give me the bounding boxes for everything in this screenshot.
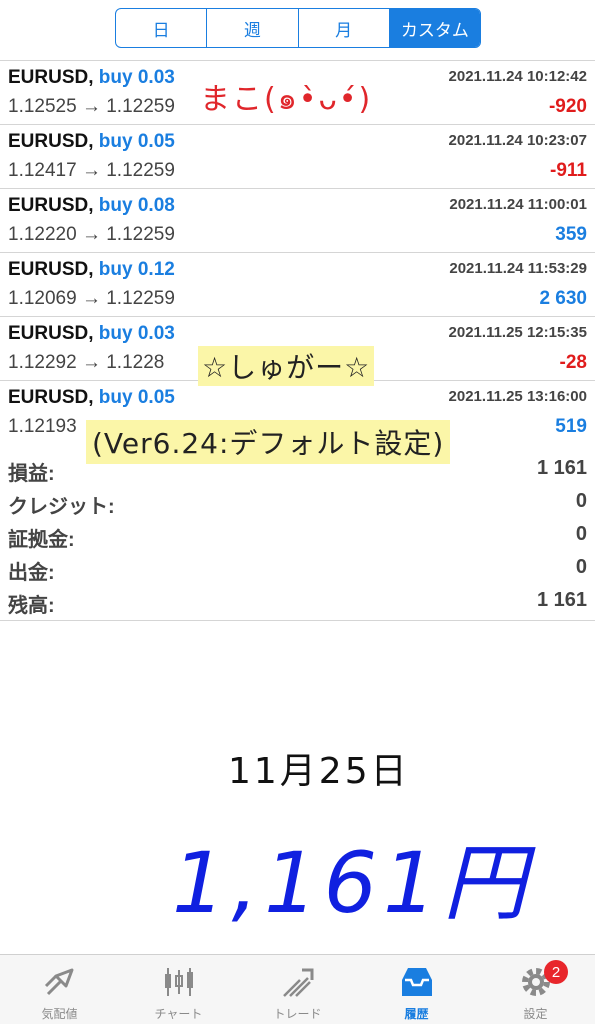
tab-settings[interactable]: 設定 2 [476, 955, 595, 1024]
trade-prices: 1.12417 → 1.12259 [8, 160, 175, 181]
summary-value: 1 161 [536, 457, 587, 479]
trade-profit: -911 [550, 160, 587, 181]
period-tab-month[interactable]: 月 [299, 9, 390, 47]
handwritten-date: 11月25日 [228, 751, 410, 792]
trade-row[interactable]: EURUSD, buy 0.12 2021.11.24 11:53:29 1.1… [0, 253, 595, 317]
handwritten-name: まこ(๑•̀ᴗ•́) [200, 82, 373, 117]
period-tab-day[interactable]: 日 [116, 9, 208, 47]
trade-prices: 1.12292 → 1.1228 [8, 352, 165, 373]
notification-badge: 2 [544, 960, 568, 984]
trade-row[interactable]: EURUSD, buy 0.08 2021.11.24 11:00:01 1.1… [0, 189, 595, 253]
period-segmented-control: 日 週 月 カスタム [115, 8, 481, 48]
trade-side: buy 0.03 [98, 67, 175, 88]
summary-label: 出金: [8, 562, 55, 584]
summary-value: 1 161 [536, 589, 587, 611]
trade-profit: -920 [548, 96, 587, 117]
trade-row[interactable]: EURUSD, buy 0.05 2021.11.24 10:23:07 1.1… [0, 125, 595, 189]
period-tab-week[interactable]: 週 [207, 9, 299, 47]
tab-label: 履歴 [404, 1007, 429, 1021]
summary-label: 損益: [8, 463, 55, 485]
trade-prices: 1.12193 [8, 416, 77, 437]
trade-time: 2021.11.25 13:16:00 [448, 388, 587, 405]
trade-time: 2021.11.25 12:15:35 [448, 324, 587, 341]
trade-time: 2021.11.24 10:12:42 [448, 68, 587, 85]
trade-profit: -28 [559, 352, 587, 373]
trade-symbol: EURUSD, buy 0.03 [8, 67, 175, 88]
trade-symbol: EURUSD, buy 0.03 [8, 323, 175, 344]
bottom-tab-bar: 気配値 チャート トレード 履歴 設定 2 [0, 954, 595, 1024]
trade-prices: 1.12220 → 1.12259 [8, 224, 175, 245]
trade-profit: 519 [555, 416, 587, 437]
tab-label: 気配値 [41, 1007, 78, 1021]
handwritten-sugar-label: ☆しゅがー☆ [198, 346, 375, 386]
summary-value: 0 [575, 523, 587, 545]
trade-side: buy 0.05 [98, 131, 175, 152]
trade-side: buy 0.03 [98, 323, 175, 344]
account-summary: 損益: 1 161 クレジット: 0 証拠金: 0 出金: 0 残高: 1 16… [0, 453, 595, 618]
tab-trade[interactable]: トレード [238, 955, 357, 1024]
tab-quotes[interactable]: 気配値 [0, 955, 119, 1024]
tab-label: チャート [154, 1007, 203, 1021]
trade-time: 2021.11.24 11:53:29 [449, 260, 587, 277]
summary-label: クレジット: [8, 496, 115, 518]
trade-symbol: EURUSD, buy 0.12 [8, 259, 175, 280]
divider [0, 620, 595, 621]
trade-profit: 359 [555, 224, 587, 245]
trade-symbol: EURUSD, buy 0.05 [8, 131, 175, 152]
handwritten-amount: 1,161円 [172, 834, 533, 932]
handwritten-version-note: (Ver6.24:デフォルト設定) [86, 420, 451, 464]
trade-profit: 2 630 [539, 288, 587, 309]
tab-history[interactable]: 履歴 [357, 955, 476, 1024]
trade-side: buy 0.05 [98, 387, 175, 408]
tab-chart[interactable]: チャート [119, 955, 238, 1024]
trade-side: buy 0.12 [98, 259, 175, 280]
trade-symbol: EURUSD, buy 0.08 [8, 195, 175, 216]
summary-label: 残高: [8, 595, 55, 617]
history-icon [397, 963, 437, 1001]
summary-row-credit: クレジット: 0 [0, 486, 595, 519]
tab-label: 設定 [523, 1007, 548, 1021]
summary-row-withdrawal: 出金: 0 [0, 552, 595, 585]
trade-time: 2021.11.24 11:00:01 [449, 196, 587, 213]
trade-prices: 1.12525 → 1.12259 [8, 96, 175, 117]
tab-label: トレード [273, 1007, 322, 1021]
trade-icon [278, 963, 318, 1001]
summary-value: 0 [575, 490, 587, 512]
summary-row-balance: 残高: 1 161 [0, 585, 595, 618]
period-tab-custom[interactable]: カスタム [389, 9, 480, 47]
summary-row-margin: 証拠金: 0 [0, 519, 595, 552]
summary-value: 0 [575, 556, 587, 578]
trade-time: 2021.11.24 10:23:07 [448, 132, 587, 149]
quotes-icon [40, 963, 80, 1001]
trade-side: buy 0.08 [98, 195, 175, 216]
chart-icon [159, 963, 199, 1001]
trade-symbol: EURUSD, buy 0.05 [8, 387, 175, 408]
trade-prices: 1.12069 → 1.12259 [8, 288, 175, 309]
summary-label: 証拠金: [8, 529, 75, 551]
